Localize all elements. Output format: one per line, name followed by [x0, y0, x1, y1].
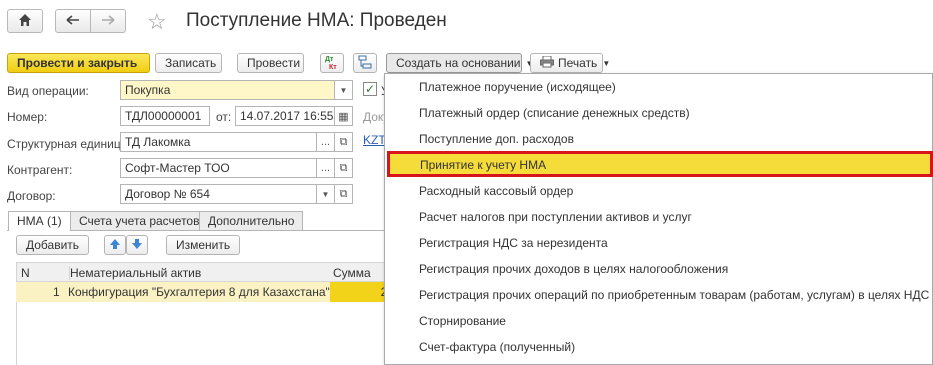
counterparty-field[interactable]: Софт-Мастер ТОО	[120, 158, 317, 178]
contract-label: Договор:	[7, 189, 56, 203]
tab-settlement-accounts[interactable]: Счета учета расчетов	[70, 211, 209, 230]
unit-field[interactable]: ТД Лакомка	[120, 132, 317, 152]
number-label: Номер:	[7, 110, 48, 124]
print-button[interactable]: Печать ▼	[530, 53, 610, 73]
menu-item-nma-acceptance[interactable]: Принятие к учету НМА	[387, 151, 933, 177]
menu-item-payment-order-writeoff[interactable]: Платежный ордер (списание денежных средс…	[385, 100, 930, 126]
create-based-on-button[interactable]: Создать на основании ▼	[386, 53, 533, 73]
post-button[interactable]: Провести	[237, 53, 304, 73]
change-button[interactable]: Изменить	[166, 235, 241, 255]
ellipsis-icon: ...	[320, 136, 331, 148]
move-down-button[interactable]	[126, 235, 148, 255]
create-based-on-label: Создать на основании	[396, 56, 521, 70]
number-field[interactable]: ТДЛ00000001	[120, 106, 210, 126]
open-icon: ⧉	[339, 161, 348, 174]
menu-item-reversal[interactable]: Сторнирование	[385, 308, 930, 334]
column-header-n[interactable]: N	[21, 266, 30, 280]
table-row[interactable]: 1 Конфигурация "Бухгалтерия 8 для Казахс…	[16, 282, 396, 302]
arrow-up-icon	[109, 238, 121, 253]
page-title: Поступление НМА: Проведен	[186, 10, 447, 31]
open-icon: ⧉	[339, 187, 348, 200]
row-number: 1	[53, 285, 60, 299]
menu-item-tax-calculation[interactable]: Расчет налогов при поступлении активов и…	[385, 204, 930, 230]
arrow-down-icon	[131, 238, 143, 253]
calendar-icon: ▦	[338, 110, 349, 123]
menu-item-payment-order-outgoing[interactable]: Платежное поручение (исходящее)	[385, 74, 930, 100]
counterparty-open-button[interactable]: ⧉	[334, 158, 353, 178]
create-based-on-menu: Платежное поручение (исходящее) Платежны…	[384, 73, 933, 365]
menu-item-cash-expense-order[interactable]: Расходный кассовый ордер	[385, 178, 930, 204]
printer-icon	[540, 55, 554, 71]
unit-select-button[interactable]: ...	[316, 132, 335, 152]
post-and-close-button[interactable]: Провести и закрыть	[7, 53, 150, 73]
open-icon: ⧉	[339, 135, 348, 148]
forward-button[interactable]	[90, 9, 126, 33]
table-body	[16, 302, 396, 365]
menu-item-additional-expenses[interactable]: Поступление доп. расходов	[385, 126, 930, 152]
counterparty-label: Контрагент:	[7, 163, 73, 177]
unit-open-button[interactable]: ⧉	[334, 132, 353, 152]
save-button[interactable]: Записать	[155, 53, 222, 73]
chevron-down-icon: ▼	[602, 58, 611, 68]
column-header-asset[interactable]: Нематериальный актив	[69, 266, 201, 280]
add-row-button[interactable]: Добавить	[16, 235, 90, 255]
dt-kt-button[interactable]: Дт Кт	[320, 53, 344, 73]
structure-button[interactable]	[353, 53, 377, 73]
home-icon	[18, 13, 32, 30]
date-field[interactable]: 14.07.2017 16:55:0	[235, 106, 335, 126]
menu-item-other-income[interactable]: Регистрация прочих доходов в целях налог…	[385, 256, 930, 282]
column-header-sum[interactable]: Сумма	[333, 266, 371, 280]
contract-dropdown[interactable]: ▼	[316, 184, 335, 204]
check-icon: ✓	[364, 82, 376, 96]
operation-type-field[interactable]: Покупка	[120, 80, 335, 100]
contract-field[interactable]: Договор № 654	[120, 184, 317, 204]
operation-type-label: Вид операции:	[7, 84, 89, 98]
menu-item-other-operations-vat[interactable]: Регистрация прочих операций по приобрете…	[385, 282, 930, 308]
checkbox[interactable]: ✓	[363, 82, 377, 96]
menu-item-vat-nonresident[interactable]: Регистрация НДС за нерезидента	[385, 230, 930, 256]
date-from-label: от:	[216, 110, 232, 124]
arrow-left-icon	[66, 14, 80, 28]
move-up-button[interactable]	[104, 235, 126, 255]
ellipsis-icon: ...	[320, 162, 331, 174]
table-header: N Нематериальный актив Сумма	[16, 262, 396, 282]
tab-nma[interactable]: НМА (1)	[8, 211, 71, 231]
dt-kt-icon: Дт Кт	[324, 54, 340, 73]
svg-text:Кт: Кт	[329, 64, 337, 70]
operation-type-dropdown[interactable]: ▼	[334, 80, 353, 100]
chevron-down-icon: ▼	[339, 85, 348, 95]
menu-item-invoice-received[interactable]: Счет-фактура (полученный)	[385, 334, 930, 360]
currency-link[interactable]: KZT	[363, 133, 386, 147]
unit-label: Структурная единица:	[7, 137, 131, 151]
favorite-star-icon[interactable]: ☆	[147, 9, 167, 35]
row-asset: Конфигурация "Бухгалтерия 8 для Казахста…	[68, 285, 330, 299]
tab-additional[interactable]: Дополнительно	[199, 211, 304, 230]
back-button[interactable]	[55, 9, 91, 33]
date-picker-button[interactable]: ▦	[334, 106, 353, 126]
counterparty-select-button[interactable]: ...	[316, 158, 335, 178]
chevron-down-icon: ▼	[321, 189, 330, 199]
home-button[interactable]	[7, 9, 43, 33]
print-label: Печать	[558, 56, 598, 70]
arrow-right-icon	[101, 14, 115, 28]
hierarchy-icon	[358, 55, 372, 72]
svg-text:Дт: Дт	[325, 56, 334, 63]
contract-open-button[interactable]: ⧉	[334, 184, 353, 204]
